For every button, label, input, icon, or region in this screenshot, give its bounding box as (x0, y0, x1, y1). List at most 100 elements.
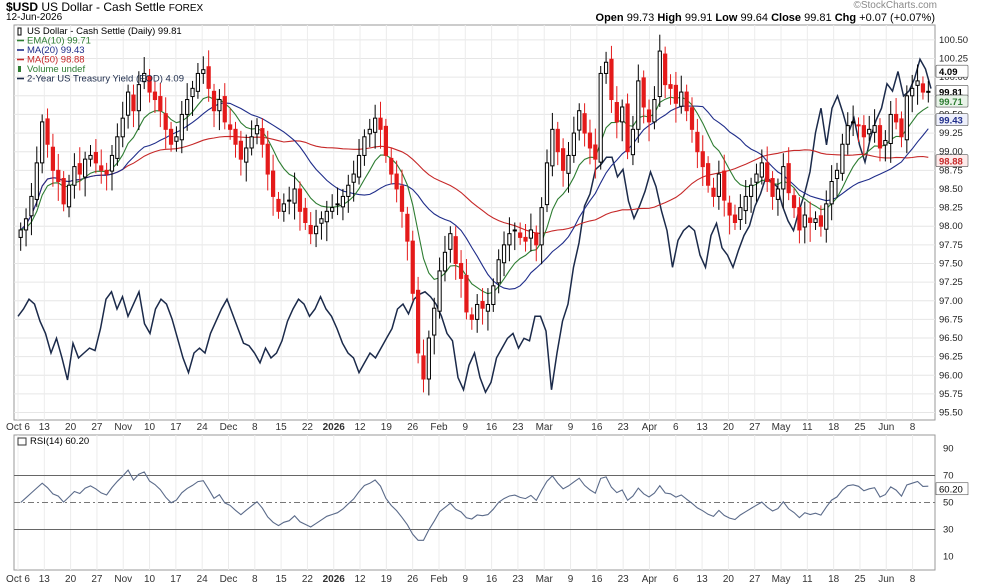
candle-body (373, 117, 378, 133)
candle-body (23, 218, 29, 231)
x-tick-label: 20 (723, 422, 735, 433)
candle-body (378, 117, 383, 130)
x-tick-label: 13 (39, 574, 51, 585)
candle-body (840, 143, 845, 174)
rsi-y-tick: 90 (943, 444, 954, 455)
candle-body (813, 218, 818, 224)
y-tick-label: 97.25 (939, 277, 963, 288)
x-tick-label: 12 (354, 574, 366, 585)
candle-body (410, 240, 415, 294)
candle-body (201, 69, 206, 74)
candle-body (856, 124, 861, 127)
candle-body (786, 163, 791, 194)
candle-body (83, 158, 88, 178)
x-tick-label: 23 (512, 422, 524, 433)
candle-body (276, 198, 281, 212)
y-tick-label: 100.50 (939, 35, 968, 46)
candle-body (797, 207, 802, 231)
candle-body (244, 147, 249, 163)
legend-entry: 2-Year US Treasury Yield (EOD) 4.09 (27, 74, 184, 85)
candle-body (233, 128, 238, 145)
y-tick-label: 95.50 (939, 408, 963, 419)
candle-body (120, 117, 125, 138)
candle-body (475, 303, 480, 320)
candle-body (544, 162, 550, 206)
y-tick-label: 96.75 (939, 314, 963, 325)
x-tick-label: May (772, 574, 791, 585)
candle-body (679, 91, 684, 107)
candle-body (727, 202, 732, 216)
x-tick-label: 23 (618, 574, 630, 585)
x-tick-label: 17 (170, 574, 182, 585)
candle-body (582, 113, 587, 134)
candle-body (217, 99, 222, 112)
x-tick-label: 23 (512, 574, 524, 585)
candle-body (179, 113, 184, 141)
y-tick-label: 100.25 (939, 54, 968, 65)
rsi-label: RSI(14) 60.20 (30, 436, 89, 447)
x-tick-label: 19 (381, 422, 393, 433)
candle-body (566, 154, 571, 174)
x-tick-label: Mar (536, 574, 554, 585)
candle-body (185, 99, 190, 115)
candle-body (131, 94, 136, 112)
candle-body (287, 199, 292, 202)
ma20-value-tag: 99.43 (939, 116, 963, 127)
candle-body (684, 91, 689, 112)
candle-body (818, 215, 824, 227)
x-tick-label: 18 (828, 574, 840, 585)
candle-body (598, 72, 603, 163)
candle-body (104, 169, 109, 175)
candle-body (867, 128, 872, 135)
candle-body (523, 236, 528, 242)
candle-body (367, 128, 372, 135)
candle-body (663, 53, 668, 86)
candle-body (845, 125, 850, 145)
candle-icon (17, 27, 22, 36)
candle-body (920, 83, 926, 93)
y-tick-label: 99.25 (939, 128, 963, 139)
candle-body (501, 244, 507, 264)
candle-body (442, 251, 448, 272)
candle-body (34, 162, 39, 200)
y-tick-label: 96.50 (939, 333, 963, 344)
x-tick-label: 26 (407, 574, 419, 585)
candle-body (609, 58, 614, 101)
x-tick-label: 27 (91, 574, 103, 585)
x-tick-label: 24 (197, 574, 209, 585)
price-chart-svg: 100.50100.25100.0099.7599.5099.2599.0098… (6, 24, 969, 585)
candle-body (330, 207, 335, 212)
candle-body (319, 218, 324, 224)
candle-body (695, 131, 700, 153)
y-tick-label: 98.50 (939, 184, 963, 195)
y-tick-label: 96.25 (939, 352, 963, 363)
x-tick-label: Mar (536, 422, 554, 433)
candle-body (115, 136, 120, 159)
x-tick-label: 22 (302, 422, 314, 433)
x-tick-label: 9 (568, 422, 574, 433)
candle-body (722, 170, 727, 201)
candle-body (158, 96, 163, 112)
y-tick-label: 95.75 (939, 389, 963, 400)
x-tick-label: Dec (220, 574, 238, 585)
x-tick-label: 16 (591, 422, 603, 433)
candle-body (324, 210, 329, 223)
x-tick-label: Apr (642, 574, 658, 585)
candle-body (45, 118, 50, 145)
candle-body (303, 207, 308, 224)
candle-body (652, 99, 657, 123)
candle-body (61, 178, 66, 205)
candle-body (673, 84, 679, 104)
x-tick-label: 20 (65, 422, 77, 433)
candle-body (464, 274, 469, 313)
candle-body (174, 136, 179, 142)
candle-body (899, 118, 904, 138)
chart-container: $USD US Dollar - Cash Settle FOREX 12-Ju… (0, 0, 987, 586)
candle-body (571, 132, 576, 156)
candle-body (453, 236, 458, 264)
candle-body (641, 77, 646, 108)
candle-body (297, 188, 303, 212)
x-tick-label: 8 (252, 574, 258, 585)
candle-body (448, 233, 453, 250)
candle-body (496, 259, 501, 284)
